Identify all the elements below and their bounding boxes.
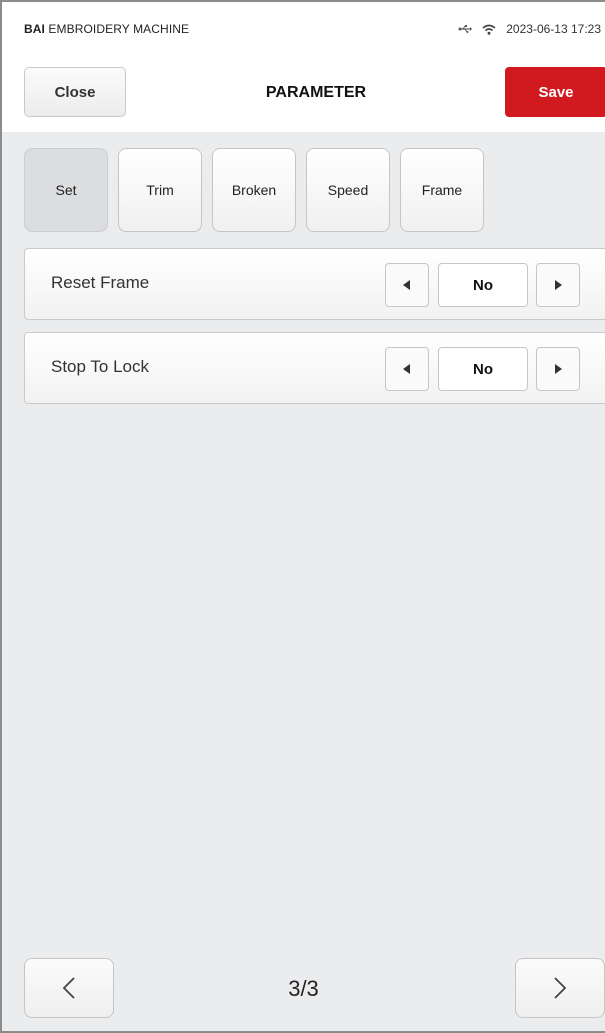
app-window: BAI EMBROIDERY MACHINE 2023-06-13 17:23 … (0, 0, 605, 1033)
param-row-stop-to-lock: Stop To Lock No (24, 332, 605, 404)
param-label: Stop To Lock (51, 357, 149, 376)
triangle-left-icon (403, 364, 410, 374)
parameter-tabs: Set Trim Broken Speed Frame (24, 148, 484, 232)
decrease-button[interactable] (385, 263, 429, 307)
tab-frame[interactable]: Frame (400, 148, 484, 232)
next-page-button[interactable] (515, 958, 605, 1018)
param-row-reset-frame: Reset Frame No (24, 248, 605, 320)
increase-button[interactable] (536, 263, 580, 307)
brand-label: BAI EMBROIDERY MACHINE (24, 22, 190, 36)
param-value[interactable]: No (438, 263, 528, 307)
tab-speed[interactable]: Speed (306, 148, 390, 232)
main-content: Set Trim Broken Speed Frame Reset Frame … (2, 132, 605, 1031)
triangle-right-icon (555, 364, 562, 374)
param-value[interactable]: No (438, 347, 528, 391)
increase-button[interactable] (536, 347, 580, 391)
save-button[interactable]: Save (505, 67, 605, 117)
triangle-right-icon (555, 280, 562, 290)
usb-icon (458, 24, 473, 34)
triangle-left-icon (403, 280, 410, 290)
tab-set[interactable]: Set (24, 148, 108, 232)
datetime: 2023-06-13 17:23 (506, 22, 601, 36)
param-label: Reset Frame (51, 273, 150, 292)
status-bar: BAI EMBROIDERY MACHINE 2023-06-13 17:23 (2, 2, 605, 56)
chevron-right-icon (554, 977, 567, 999)
status-indicators: 2023-06-13 17:23 (458, 22, 601, 36)
wifi-icon (482, 24, 496, 35)
tab-broken[interactable]: Broken (212, 148, 296, 232)
tab-trim[interactable]: Trim (118, 148, 202, 232)
header-bar: Close PARAMETER Save (2, 56, 605, 132)
decrease-button[interactable] (385, 347, 429, 391)
